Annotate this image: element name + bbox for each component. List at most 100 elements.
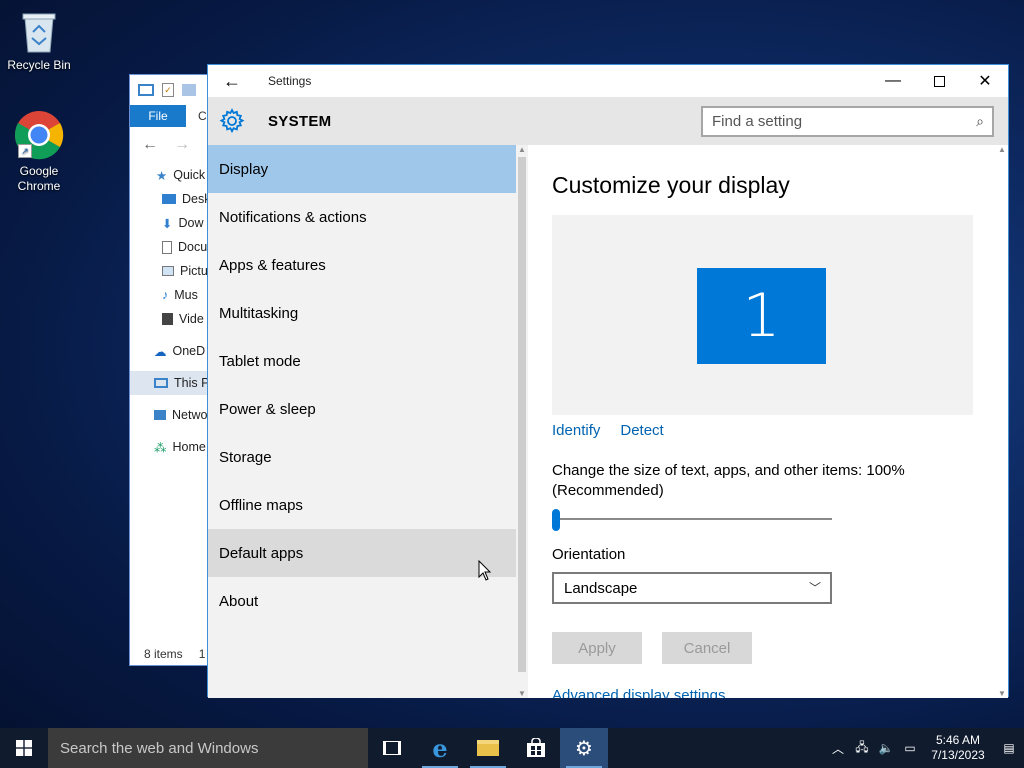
section-title: SYSTEM (268, 112, 332, 130)
volume-muted-icon[interactable]: 🔈 (874, 741, 898, 755)
file-tab[interactable]: File (130, 105, 186, 127)
apply-button[interactable]: Apply (552, 632, 642, 664)
back-arrow-icon[interactable]: ← (142, 136, 158, 154)
cancel-button[interactable]: Cancel (662, 632, 752, 664)
tree-item-music[interactable]: ♪ Mus (130, 283, 218, 307)
tree-item-quick-access[interactable]: ★ Quick (130, 163, 218, 187)
advanced-display-settings-link[interactable]: Advanced display settings (552, 687, 725, 698)
minimize-button[interactable]: — (870, 65, 916, 97)
display-preview: 1 (552, 215, 973, 415)
nav-item-notifications[interactable]: Notifications & actions (208, 193, 516, 241)
system-tray: ︿ 🖧 🔈 ▭ 5:46 AM 7/13/2023 ▤ (826, 728, 1024, 768)
tree-item-downloads[interactable]: ⬇ Dow (130, 211, 218, 235)
explorer-status: 8 items 1 (144, 647, 205, 661)
nav-scroll-thumb[interactable] (518, 157, 526, 672)
tree-item-pictures[interactable]: Pictu (130, 259, 218, 283)
settings-nav: Display Notifications & actions Apps & f… (208, 145, 516, 698)
nav-scrollbar[interactable]: ▲ ▼ (516, 145, 528, 698)
back-arrow-icon[interactable]: ← (208, 71, 256, 92)
edge-button[interactable]: e (416, 728, 464, 768)
maximize-icon (933, 75, 945, 87)
taskbar-clock[interactable]: 5:46 AM 7/13/2023 (922, 733, 994, 763)
pictures-icon (162, 266, 174, 276)
computer-icon (138, 84, 154, 96)
scroll-down-icon[interactable]: ▼ (516, 689, 528, 698)
orientation-label: Orientation (552, 546, 626, 563)
document-icon (162, 240, 172, 254)
nav-item-about[interactable]: About (208, 577, 516, 625)
display-links: Identify Detect (552, 422, 664, 439)
tree-item-onedrive[interactable]: ☁ OneD (130, 339, 218, 363)
settings-taskbar-button[interactable]: ⚙ (560, 728, 608, 768)
download-icon: ⬇ (162, 216, 173, 231)
windows-logo-icon (16, 740, 32, 756)
tree-item-network[interactable]: Netwo (130, 403, 218, 427)
edge-icon: e (432, 733, 448, 763)
folder-icon[interactable] (182, 84, 196, 96)
slider-track (552, 518, 832, 520)
keyboard-icon[interactable]: ▭ (898, 741, 922, 755)
scroll-up-icon[interactable]: ▲ (996, 145, 1008, 154)
scale-label: Change the size of text, apps, and other… (552, 462, 905, 499)
detect-link[interactable]: Detect (620, 422, 663, 439)
nav-item-offline-maps[interactable]: Offline maps (208, 481, 516, 529)
tree-item-this-pc[interactable]: This P (130, 371, 218, 395)
nav-item-storage[interactable]: Storage (208, 433, 516, 481)
explorer-titlebar[interactable]: ✓ (130, 75, 218, 105)
chrome-desktop-icon[interactable]: ↗ Google Chrome (2, 110, 76, 194)
monitor-1[interactable]: 1 (697, 268, 826, 364)
action-center-icon[interactable]: ▤ (994, 741, 1024, 755)
network-icon[interactable]: 🖧 (850, 738, 874, 759)
selection-count: 1 (198, 647, 206, 661)
video-icon (162, 313, 173, 325)
nav-item-multitasking[interactable]: Multitasking (208, 289, 516, 337)
store-icon (527, 738, 545, 757)
task-view-button[interactable] (368, 728, 416, 768)
settings-titlebar[interactable]: ← Settings — ✕ (208, 65, 1008, 97)
shortcut-arrow-icon: ↗ (18, 144, 32, 158)
close-button[interactable]: ✕ (962, 65, 1008, 97)
tree-item-homegroup[interactable]: ⁂ Home (130, 435, 218, 459)
search-icon[interactable]: ⌕ (976, 113, 984, 130)
search-placeholder: Find a setting (712, 113, 803, 130)
tree-item-videos[interactable]: Vide (130, 307, 218, 331)
nav-item-tablet-mode[interactable]: Tablet mode (208, 337, 516, 385)
file-explorer-window[interactable]: ✓ File C ← → ★ Quick Desk ⬇ Dow Docu Pictu… (129, 74, 219, 666)
start-button[interactable] (0, 728, 48, 768)
identify-link[interactable]: Identify (552, 422, 600, 439)
find-setting-input[interactable]: Find a setting ⌕ (701, 106, 994, 137)
taskbar-search-input[interactable]: Search the web and Windows (48, 728, 368, 768)
cloud-icon: ☁ (154, 344, 167, 359)
scale-slider[interactable] (552, 507, 832, 531)
computer-tab[interactable]: C (186, 105, 207, 127)
scroll-down-icon[interactable]: ▼ (996, 689, 1008, 698)
file-explorer-button[interactable] (464, 728, 512, 768)
settings-header: SYSTEM Find a setting ⌕ (208, 97, 1008, 145)
nav-item-display[interactable]: Display (208, 145, 516, 193)
chevron-up-icon[interactable]: ︿ (826, 740, 850, 757)
settings-window[interactable]: ← Settings — ✕ SYSTEM Find a setting ⌕ D… (207, 64, 1009, 698)
display-settings-panel: Customize your display 1 Identify Detect… (528, 145, 996, 698)
orientation-select[interactable]: Landscape ﹀ (552, 572, 832, 604)
task-view-icon (383, 741, 401, 755)
nav-item-apps-features[interactable]: Apps & features (208, 241, 516, 289)
content-scrollbar[interactable]: ▲ ▼ (996, 145, 1008, 698)
gear-icon (208, 108, 256, 134)
store-button[interactable] (512, 728, 560, 768)
network-icon (154, 410, 166, 420)
nav-item-default-apps[interactable]: Default apps (208, 529, 516, 577)
properties-icon[interactable]: ✓ (162, 83, 174, 97)
homegroup-icon: ⁂ (154, 440, 167, 455)
scroll-up-icon[interactable]: ▲ (516, 145, 528, 154)
recycle-bin-desktop-icon[interactable]: Recycle Bin (2, 8, 76, 73)
tree-item-documents[interactable]: Docu (130, 235, 218, 259)
slider-thumb[interactable] (552, 509, 560, 531)
desktop-icon (162, 194, 176, 204)
nav-item-power-sleep[interactable]: Power & sleep (208, 385, 516, 433)
forward-arrow-icon[interactable]: → (174, 136, 190, 154)
tree-item-desktop[interactable]: Desk (130, 187, 218, 211)
clock-date: 7/13/2023 (931, 748, 985, 762)
item-count: 8 items (144, 647, 183, 661)
orientation-value: Landscape (564, 579, 638, 597)
maximize-button[interactable] (916, 65, 962, 97)
